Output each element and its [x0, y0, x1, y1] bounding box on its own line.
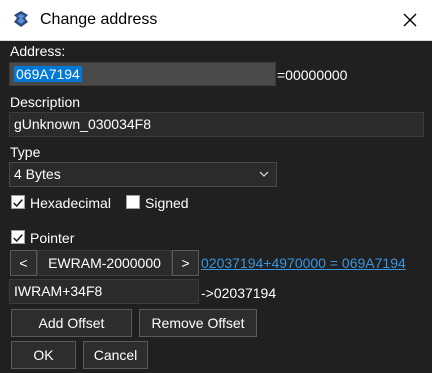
type-dropdown[interactable]: 4 Bytes: [9, 162, 277, 187]
pointer-next-button[interactable]: >: [172, 250, 199, 276]
pointer-calc-link[interactable]: 02037194+4970000 = 069A7194: [201, 254, 406, 272]
cheat-engine-icon: [14, 11, 28, 27]
pointer-base-input[interactable]: EWRAM-2000000: [37, 250, 172, 276]
pointer-prev-button[interactable]: <: [10, 250, 37, 276]
add-offset-button[interactable]: Add Offset: [11, 309, 132, 337]
chevron-down-icon: [259, 171, 269, 177]
address-input[interactable]: 069A7194: [9, 62, 276, 86]
check-icon: [13, 234, 23, 243]
ok-button[interactable]: OK: [11, 341, 76, 369]
title-bar: Change address: [0, 0, 432, 41]
window-title: Change address: [40, 11, 158, 28]
check-icon: [13, 199, 23, 208]
signed-label: Signed: [145, 195, 189, 211]
description-label: Description: [10, 94, 81, 110]
address-value: 069A7194: [14, 66, 82, 82]
remove-offset-button[interactable]: Remove Offset: [139, 309, 257, 337]
close-icon[interactable]: [396, 6, 424, 34]
pointer-label: Pointer: [30, 230, 75, 246]
description-input[interactable]: gUnknown_030034F8: [9, 112, 424, 137]
hexadecimal-checkbox[interactable]: [11, 195, 25, 209]
address-label: Address:: [10, 43, 66, 59]
cancel-button[interactable]: Cancel: [83, 341, 148, 369]
hexadecimal-label: Hexadecimal: [30, 195, 111, 211]
address-resolved: =00000000: [277, 67, 348, 83]
pointer-offset-result: ->02037194: [201, 285, 277, 301]
type-label: Type: [10, 144, 41, 160]
pointer-checkbox[interactable]: [11, 230, 25, 244]
pointer-offset-input[interactable]: IWRAM+34F8: [9, 279, 199, 304]
type-selected: 4 Bytes: [14, 166, 61, 182]
signed-checkbox[interactable]: [126, 195, 140, 209]
